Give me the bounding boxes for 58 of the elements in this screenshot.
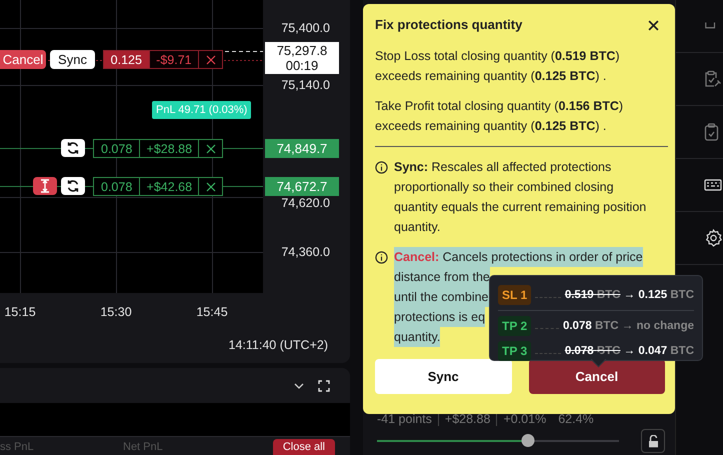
quantity-text: 0.125	[104, 51, 149, 68]
dialog-button[interactable]: Sync	[375, 359, 512, 394]
warning-message: Stop Loss total closing quantity (0.519 BTC) exceeds remaining quantity (0.125 BTC) .	[375, 48, 621, 85]
vertical-resize-icon	[39, 179, 51, 193]
clipboard-wrench-icon[interactable]	[704, 70, 722, 88]
warning-message: Take Profit total closing quantity (0.156 BTC) exceeds remaining quantity (0.125 BTC) .	[375, 98, 624, 135]
sync-button[interactable]: Sync	[50, 50, 95, 69]
close-all-button[interactable]: Close all	[272, 438, 335, 454]
quantity-change-text: 0.078 BTC → 0.047 BTC	[564, 344, 694, 356]
sync-icon	[66, 179, 80, 193]
time-axis-label: 15:45	[196, 305, 228, 319]
close-icon[interactable]	[206, 182, 216, 192]
take-profit-price-label: 74,849.7	[265, 139, 339, 158]
price-axis-label: 74,620.0	[281, 196, 330, 210]
cancel-button[interactable]: Cancel	[0, 50, 46, 69]
countdown-text: 00:19	[286, 58, 318, 73]
pnl-text: -$9.71	[148, 51, 198, 68]
price-axis-label: 75,400.0	[281, 21, 330, 35]
pnl-text: +$28.88	[139, 140, 198, 157]
price-axis-label: 74,360.0	[281, 245, 330, 259]
quantity-change-text: 0.519 BTC → 0.125 BTC	[564, 288, 694, 300]
keyboard-icon[interactable]	[704, 179, 722, 191]
price-text: 75,297.8	[276, 43, 328, 58]
lock-button[interactable]	[641, 429, 665, 453]
timestamp-text: 14:11:40 (UTC+2)	[228, 338, 328, 352]
time-axis-label: 15:30	[100, 305, 132, 319]
chevron-down-icon[interactable]	[294, 382, 304, 388]
pnl-text: +$42.68	[139, 178, 198, 195]
sync-button[interactable]	[61, 139, 85, 157]
pnl-badge: PnL 49.71 (0.03%)	[152, 101, 252, 119]
settings-icon[interactable]	[704, 228, 723, 248]
info-icon	[375, 161, 388, 174]
column-header: ss PnL	[0, 440, 35, 452]
dialog-title: Fix protections quantity	[375, 16, 522, 34]
sync-button[interactable]	[61, 177, 85, 195]
option-description: Sync: Rescales all affected protections proportionally so their combined closing quantity equals the current remaining position quantity.	[394, 160, 646, 234]
slider-thumb[interactable]	[522, 434, 535, 447]
take-profit-price-label: 74,672.7	[265, 177, 339, 196]
column-header: Net PnL	[123, 440, 163, 452]
percent-text: 62.4%	[557, 412, 594, 426]
sync-icon	[66, 141, 80, 155]
price-axis-label: 75,140.0	[281, 78, 330, 92]
close-icon[interactable]	[648, 20, 659, 30]
protection-tag: TP 3	[498, 340, 532, 360]
unlocked-padlock-icon	[648, 434, 659, 448]
quantity-text: 0.078	[100, 178, 134, 195]
protection-tag: SL 1	[498, 284, 532, 304]
clipboard-check-icon[interactable]	[704, 123, 720, 141]
close-icon[interactable]	[206, 144, 216, 154]
info-icon	[375, 251, 388, 264]
dialog-button[interactable]: Cancel	[528, 359, 665, 394]
resize-button[interactable]	[33, 177, 57, 195]
expand-icon[interactable]	[318, 380, 330, 392]
quantity-text: 0.078	[100, 140, 134, 157]
stat-text: -41 points	[377, 412, 432, 426]
quantity-change-text: 0.078 BTC → no change	[562, 320, 694, 332]
time-axis-label: 15:15	[4, 305, 36, 319]
protection-tag: TP 2	[498, 316, 532, 336]
